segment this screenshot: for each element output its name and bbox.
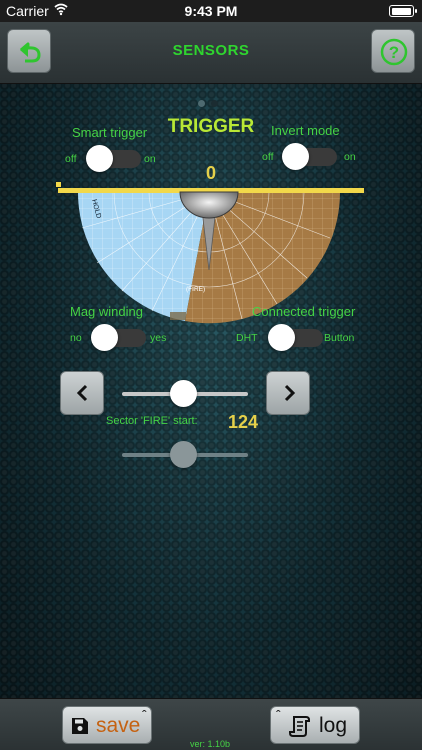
decrement-button[interactable] — [60, 371, 104, 415]
page-dot-2[interactable] — [211, 100, 218, 107]
save-icon — [72, 718, 88, 734]
invert-mode-off-label: off — [262, 151, 274, 163]
svg-text:?: ? — [389, 43, 399, 62]
header: SENSORS ? — [0, 22, 422, 84]
log-label: log — [319, 714, 348, 737]
help-icon: ? — [380, 38, 408, 66]
invert-mode-toggle[interactable] — [282, 143, 337, 170]
secondary-slider-knob — [170, 441, 197, 468]
connected-trigger-on-label: Button — [324, 332, 355, 344]
save-caret-icon: ˆ — [142, 707, 147, 723]
smart-trigger-toggle[interactable] — [86, 145, 141, 172]
invert-mode-on-label: on — [344, 151, 356, 163]
sector-slider-knob[interactable] — [170, 380, 197, 407]
log-caret-icon: ˆ — [276, 707, 281, 723]
mag-winding-off-label: no — [70, 332, 82, 344]
clock: 9:43 PM — [184, 3, 238, 19]
trigger-bar-marker — [56, 182, 61, 187]
smart-trigger-on-label: on — [144, 153, 156, 165]
save-label: save — [96, 714, 141, 737]
trigger-title: TRIGGER — [167, 116, 255, 137]
log-button[interactable]: ˆ log — [270, 706, 360, 744]
mag-winding-on-label: yes — [150, 332, 167, 344]
smart-trigger-off-label: off — [65, 153, 77, 165]
sector-value: 124 — [228, 412, 259, 432]
smart-trigger-label: Smart trigger — [72, 125, 148, 140]
page-dot-1[interactable] — [198, 100, 205, 107]
mag-winding-label: Mag winding — [70, 304, 143, 319]
scroll-log-icon — [289, 716, 310, 737]
battery-icon — [389, 5, 417, 17]
sector-label: Sector 'FIRE' start: — [106, 415, 198, 427]
mag-winding-toggle[interactable] — [91, 324, 146, 351]
connected-trigger-off-label: DHT — [236, 332, 258, 344]
help-button[interactable]: ? — [371, 29, 415, 73]
page-title: SENSORS — [172, 42, 250, 59]
chevron-right-icon — [284, 384, 296, 402]
invert-mode-label: Invert mode — [271, 123, 340, 138]
increment-button[interactable] — [266, 371, 310, 415]
save-button[interactable]: save ˆ — [62, 706, 152, 744]
connected-trigger-label: Connected trigger — [252, 304, 356, 319]
fire-label: (FIRE) — [186, 286, 205, 293]
connected-trigger-toggle[interactable] — [268, 324, 323, 351]
version-label: ver: 1.10b — [190, 739, 231, 749]
chevron-left-icon — [76, 384, 88, 402]
status-bar: Carrier 9:43 PM — [0, 0, 422, 22]
